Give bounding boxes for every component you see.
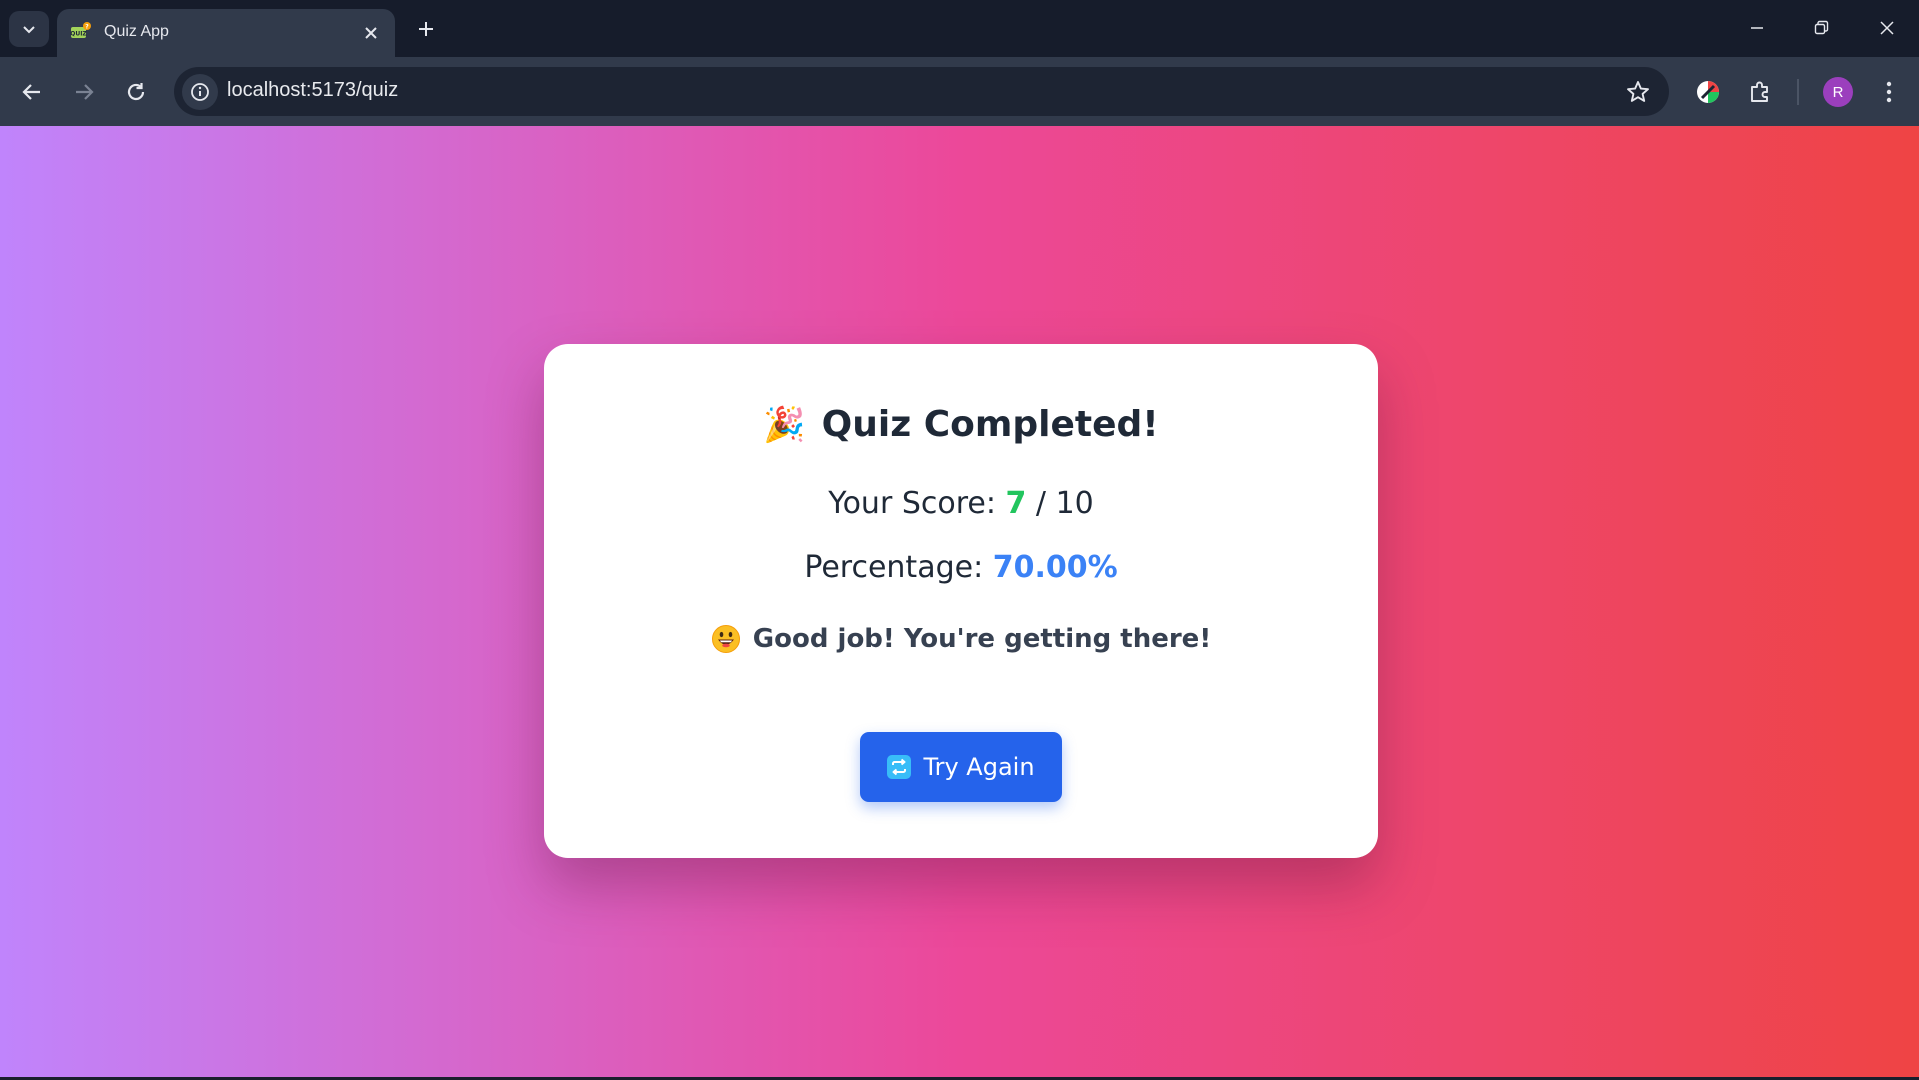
restore-button[interactable] [1793, 6, 1849, 50]
browser-menu-button[interactable] [1871, 74, 1907, 110]
score-label: Your Score: [828, 486, 996, 521]
forward-arrow-icon [76, 84, 94, 100]
result-card: 🎉 Quiz Completed! Your Score: 7 / 10 Per… [544, 344, 1378, 858]
percentage-label: Percentage: [804, 550, 984, 585]
profile-avatar[interactable]: R [1823, 77, 1853, 107]
percentage-value: 70.00% [992, 550, 1118, 585]
tab-title: Quiz App [104, 23, 169, 40]
tab-search-button[interactable] [9, 11, 49, 47]
info-icon [191, 83, 209, 101]
repeat-icon [887, 755, 912, 779]
grinning-face-icon [711, 625, 740, 653]
browser-toolbar: localhost:5173/quiz R [0, 57, 1919, 126]
extensions-button[interactable] [1742, 74, 1778, 110]
party-popper-icon: 🎉 [763, 404, 806, 445]
plus-icon [419, 22, 433, 36]
try-again-label: Try Again [923, 753, 1035, 781]
back-arrow-icon [22, 84, 40, 100]
extension-button[interactable] [1690, 74, 1726, 110]
tab-close-button[interactable] [359, 21, 383, 45]
reload-button[interactable] [118, 74, 154, 110]
heading-text: Quiz Completed! [821, 404, 1159, 445]
chevron-down-icon [23, 26, 35, 34]
toolbar-separator [1797, 79, 1799, 105]
quiz-favicon-icon: QUIZ ? [70, 22, 91, 38]
colorful-extension-icon [1697, 81, 1719, 103]
star-icon[interactable] [1625, 79, 1651, 105]
browser-tab-strip: QUIZ ? Quiz App [0, 0, 1919, 57]
url-text[interactable]: localhost:5173/quiz [227, 79, 398, 102]
back-button[interactable] [14, 74, 50, 110]
minimize-icon [1751, 27, 1763, 29]
feedback-text: Good job! You're getting there! [752, 624, 1212, 654]
svg-text:?: ? [85, 24, 89, 31]
try-again-button[interactable]: Try Again [860, 732, 1062, 802]
score-value: 7 [1005, 486, 1027, 521]
new-tab-button[interactable] [408, 11, 444, 47]
kebab-menu-icon [1886, 81, 1892, 103]
forward-button[interactable] [66, 74, 102, 110]
tab-quiz-app[interactable]: QUIZ ? Quiz App [57, 9, 395, 57]
site-info-button[interactable] [182, 74, 218, 110]
minimize-button[interactable] [1729, 6, 1785, 50]
close-window-button[interactable] [1859, 6, 1915, 50]
score-line: Your Score: 7 / 10 [544, 486, 1378, 521]
address-bar[interactable]: localhost:5173/quiz [174, 67, 1669, 116]
percentage-line: Percentage: 70.00% [544, 550, 1378, 585]
result-heading: 🎉 Quiz Completed! [544, 404, 1378, 445]
puzzle-icon [1751, 81, 1768, 102]
close-icon [365, 27, 377, 39]
close-icon [1880, 21, 1894, 35]
restore-icon [1814, 20, 1829, 35]
score-total: / 10 [1035, 486, 1094, 521]
feedback-line: Good job! You're getting there! [544, 624, 1378, 654]
page-background: 🎉 Quiz Completed! Your Score: 7 / 10 Per… [0, 126, 1919, 1077]
svg-text:QUIZ: QUIZ [70, 31, 87, 38]
reload-icon [127, 83, 145, 101]
